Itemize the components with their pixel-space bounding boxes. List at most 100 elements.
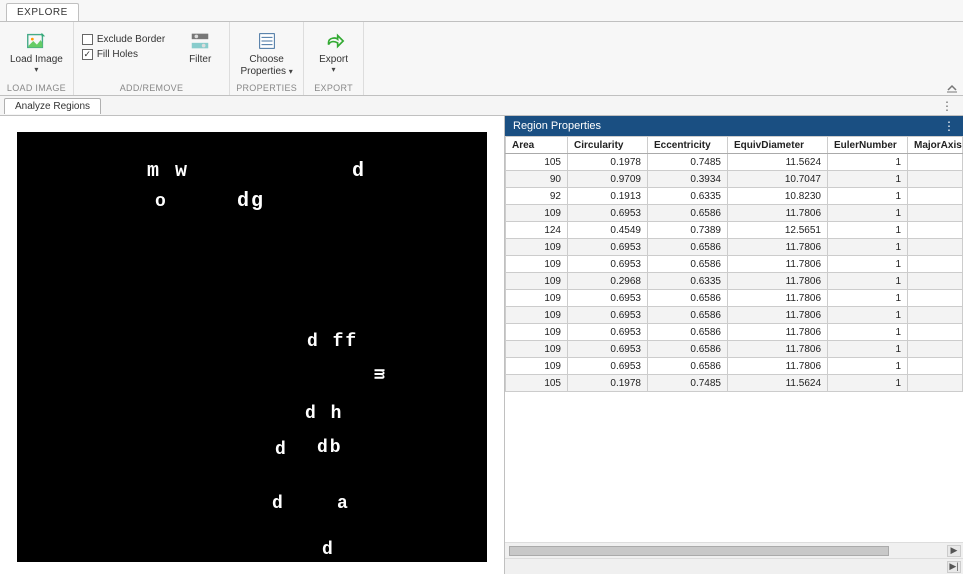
- ribbon-tab-explore[interactable]: EXPLORE: [6, 3, 79, 21]
- cell[interactable]: 109: [506, 290, 568, 307]
- region-blob[interactable]: d: [275, 440, 288, 460]
- cell[interactable]: [908, 307, 963, 324]
- cell[interactable]: 11.5624: [728, 375, 828, 392]
- region-blob[interactable]: m: [368, 369, 388, 382]
- table-row[interactable]: 1090.69530.658611.78061: [506, 205, 963, 222]
- col-header-eulernumber[interactable]: EulerNumber: [828, 137, 908, 154]
- cell[interactable]: 0.6586: [648, 324, 728, 341]
- region-blob[interactable]: db: [317, 438, 343, 458]
- properties-table[interactable]: Area Circularity Eccentricity EquivDiame…: [505, 136, 963, 392]
- cell[interactable]: [908, 375, 963, 392]
- cell[interactable]: 0.7389: [648, 222, 728, 239]
- table-row[interactable]: 1090.69530.658611.78061: [506, 307, 963, 324]
- cell[interactable]: 1: [828, 205, 908, 222]
- cell[interactable]: 0.6586: [648, 307, 728, 324]
- col-header-eccentricity[interactable]: Eccentricity: [648, 137, 728, 154]
- cell[interactable]: 0.6953: [568, 341, 648, 358]
- cell[interactable]: 1: [828, 154, 908, 171]
- cell[interactable]: 1: [828, 222, 908, 239]
- cell[interactable]: 0.6335: [648, 188, 728, 205]
- cell[interactable]: 1: [828, 256, 908, 273]
- cell[interactable]: 11.7806: [728, 256, 828, 273]
- cell[interactable]: 1: [828, 171, 908, 188]
- cell[interactable]: 105: [506, 154, 568, 171]
- cell[interactable]: 0.7485: [648, 375, 728, 392]
- cell[interactable]: [908, 188, 963, 205]
- region-blob[interactable]: d ff: [307, 332, 358, 352]
- cell[interactable]: 1: [828, 358, 908, 375]
- cell[interactable]: 0.1913: [568, 188, 648, 205]
- cell[interactable]: 109: [506, 341, 568, 358]
- table-row[interactable]: 1090.69530.658611.78061: [506, 239, 963, 256]
- cell[interactable]: 0.1978: [568, 154, 648, 171]
- cell[interactable]: 0.6586: [648, 239, 728, 256]
- cell[interactable]: [908, 222, 963, 239]
- cell[interactable]: [908, 341, 963, 358]
- cell[interactable]: 0.6953: [568, 256, 648, 273]
- cell[interactable]: 0.6586: [648, 256, 728, 273]
- col-header-circularity[interactable]: Circularity: [568, 137, 648, 154]
- cell[interactable]: 11.7806: [728, 205, 828, 222]
- cell[interactable]: 11.7806: [728, 358, 828, 375]
- export-button[interactable]: Export ▾: [311, 28, 357, 76]
- binary-image[interactable]: m wdodgd ffmd hddbdad: [17, 132, 487, 562]
- cell[interactable]: 0.6586: [648, 358, 728, 375]
- table-row[interactable]: 1090.69530.658611.78061: [506, 290, 963, 307]
- cell[interactable]: 0.6953: [568, 290, 648, 307]
- cell[interactable]: 0.6586: [648, 341, 728, 358]
- region-blob[interactable]: o: [155, 192, 168, 212]
- cell[interactable]: [908, 239, 963, 256]
- cell[interactable]: [908, 324, 963, 341]
- table-row[interactable]: 920.19130.633510.82301: [506, 188, 963, 205]
- properties-panel-menu-button[interactable]: ⋮: [943, 119, 955, 133]
- region-blob[interactable]: d: [322, 540, 335, 560]
- cell[interactable]: 1: [828, 341, 908, 358]
- footer-scrollbar[interactable]: ▶|: [505, 558, 963, 574]
- document-tab-menu-button[interactable]: ⋮: [941, 99, 953, 113]
- filter-button[interactable]: Filter: [177, 28, 223, 68]
- col-header-area[interactable]: Area: [506, 137, 568, 154]
- cell[interactable]: 1: [828, 307, 908, 324]
- cell[interactable]: 0.6953: [568, 358, 648, 375]
- horizontal-scrollbar[interactable]: ▶: [505, 542, 963, 558]
- cell[interactable]: 11.7806: [728, 273, 828, 290]
- cell[interactable]: 124: [506, 222, 568, 239]
- cell[interactable]: [908, 171, 963, 188]
- cell[interactable]: 1: [828, 188, 908, 205]
- table-row[interactable]: 1090.69530.658611.78061: [506, 341, 963, 358]
- cell[interactable]: 0.6586: [648, 290, 728, 307]
- cell[interactable]: 0.6335: [648, 273, 728, 290]
- region-blob[interactable]: dg: [237, 190, 265, 213]
- cell[interactable]: [908, 273, 963, 290]
- cell[interactable]: 109: [506, 307, 568, 324]
- cell[interactable]: [908, 205, 963, 222]
- cell[interactable]: [908, 256, 963, 273]
- cell[interactable]: 0.6953: [568, 307, 648, 324]
- cell[interactable]: 11.7806: [728, 239, 828, 256]
- cell[interactable]: 1: [828, 375, 908, 392]
- table-row[interactable]: 900.97090.393410.70471: [506, 171, 963, 188]
- table-row[interactable]: 1050.19780.748511.56241: [506, 375, 963, 392]
- cell[interactable]: 105: [506, 375, 568, 392]
- cell[interactable]: 0.6953: [568, 205, 648, 222]
- region-blob[interactable]: d h: [305, 404, 343, 424]
- load-image-button[interactable]: Load Image ▾: [6, 28, 67, 76]
- cell[interactable]: 109: [506, 239, 568, 256]
- cell[interactable]: 1: [828, 273, 908, 290]
- cell[interactable]: 0.7485: [648, 154, 728, 171]
- region-blob[interactable]: m w: [147, 160, 189, 183]
- table-row[interactable]: 1050.19780.748511.56241: [506, 154, 963, 171]
- cell[interactable]: 0.3934: [648, 171, 728, 188]
- cell[interactable]: 109: [506, 256, 568, 273]
- cell[interactable]: 92: [506, 188, 568, 205]
- cell[interactable]: 11.7806: [728, 307, 828, 324]
- table-row[interactable]: 1090.69530.658611.78061: [506, 256, 963, 273]
- cell[interactable]: [908, 358, 963, 375]
- table-row[interactable]: 1090.69530.658611.78061: [506, 324, 963, 341]
- cell[interactable]: 1: [828, 324, 908, 341]
- cell[interactable]: 109: [506, 273, 568, 290]
- cell[interactable]: 10.8230: [728, 188, 828, 205]
- scrollbar-thumb[interactable]: [509, 546, 889, 556]
- cell[interactable]: 0.9709: [568, 171, 648, 188]
- choose-properties-button[interactable]: Choose Properties ▾: [236, 28, 296, 80]
